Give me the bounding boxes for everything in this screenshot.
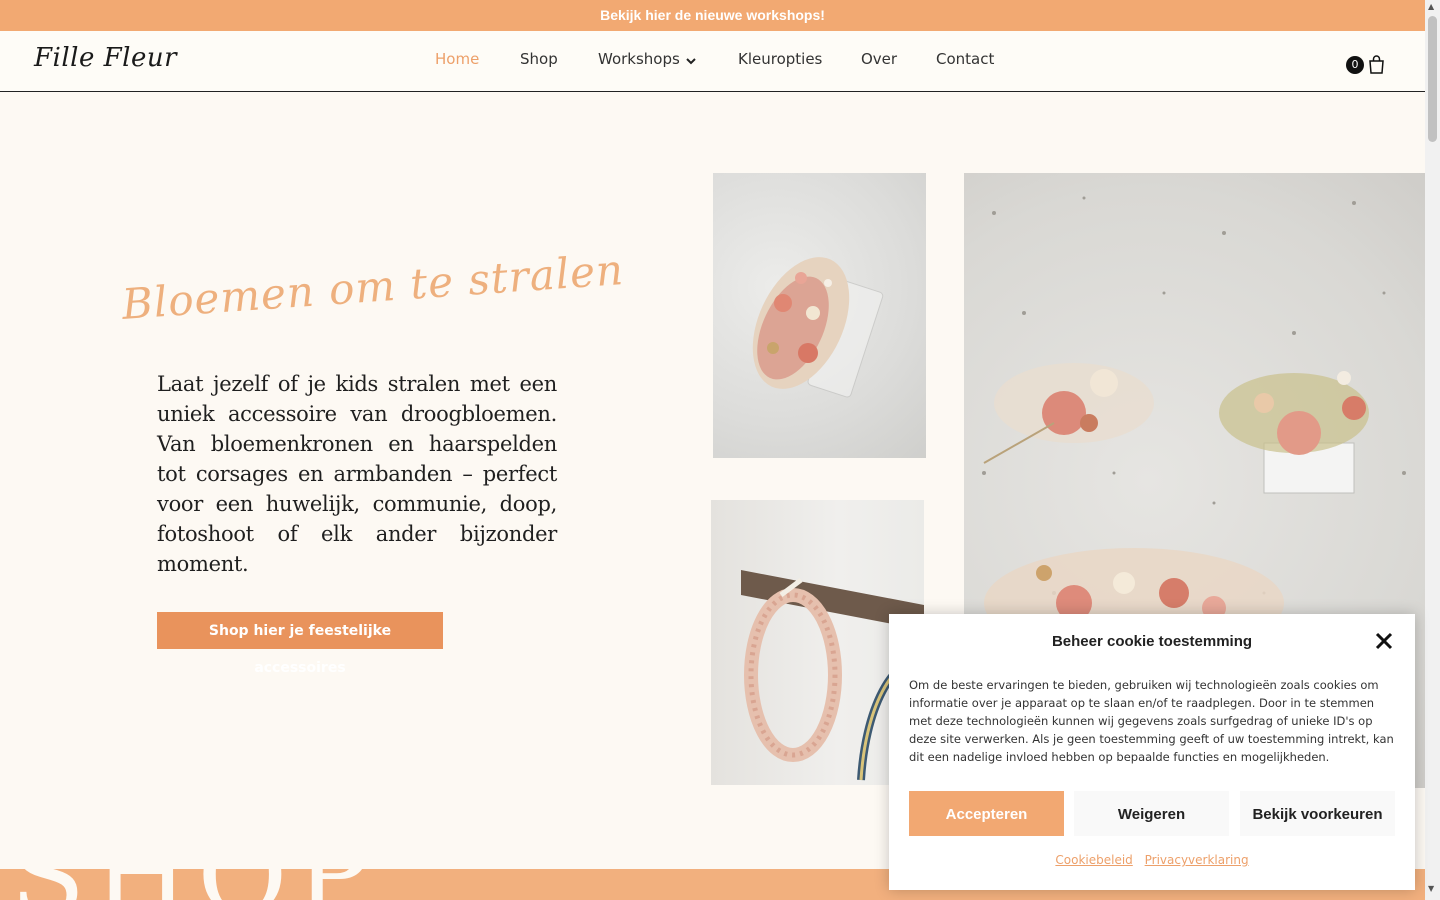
view-preferences-button[interactable]: Bekijk voorkeuren bbox=[1240, 791, 1395, 836]
close-icon[interactable] bbox=[1375, 632, 1393, 650]
nav-over[interactable]: Over bbox=[861, 50, 897, 68]
nav-contact[interactable]: Contact bbox=[936, 50, 994, 68]
cookie-modal-text: Om de beste ervaringen te bieden, gebrui… bbox=[909, 678, 1394, 764]
nav-shop[interactable]: Shop bbox=[520, 50, 558, 68]
nav-kleuropties[interactable]: Kleuropties bbox=[738, 50, 822, 68]
privacy-statement-link[interactable]: Privacyverklaring bbox=[1145, 853, 1249, 867]
nav-workshops[interactable]: Workshops bbox=[598, 50, 696, 69]
accept-cookies-button[interactable]: Accepteren bbox=[909, 791, 1064, 836]
hero-script-title: Bloemen om te stralen bbox=[120, 244, 626, 329]
announcement-text[interactable]: Bekijk hier de nieuwe workshops! bbox=[600, 7, 825, 23]
cart-button[interactable]: 0 bbox=[1346, 55, 1386, 77]
cookie-consent-modal: Beheer cookie toestemming Om de beste er… bbox=[889, 614, 1415, 890]
announcement-bar[interactable]: Bekijk hier de nieuwe workshops! bbox=[0, 0, 1425, 31]
shop-section-heading: SHOP bbox=[10, 869, 377, 900]
nav-workshops-label: Workshops bbox=[598, 50, 680, 68]
cookie-modal-title: Beheer cookie toestemming bbox=[1051, 633, 1253, 650]
shop-accessories-button[interactable]: Shop hier je feestelijke accessoires bbox=[157, 612, 443, 676]
deny-cookies-button[interactable]: Weigeren bbox=[1074, 791, 1229, 836]
site-header: Fille Fleur Home Shop Workshops Kleuropt… bbox=[0, 31, 1425, 92]
cart-count-badge: 0 bbox=[1346, 56, 1364, 74]
scroll-down-arrow-icon[interactable]: ▼ bbox=[1428, 884, 1434, 893]
scroll-up-arrow-icon[interactable]: ▲ bbox=[1428, 2, 1434, 11]
hero-description: Laat jezelf of je kids stralen met een u… bbox=[157, 372, 557, 576]
page-scrollbar[interactable]: ▲ ▼ bbox=[1425, 0, 1440, 900]
cookie-modal-links: Cookiebeleid Privacyverklaring bbox=[889, 853, 1415, 867]
hair-comb-photo bbox=[713, 173, 926, 458]
chevron-down-icon bbox=[686, 51, 696, 69]
shopping-bag-icon bbox=[1368, 55, 1385, 78]
site-logo[interactable]: Fille Fleur bbox=[34, 43, 177, 73]
nav-home[interactable]: Home bbox=[435, 50, 479, 68]
scrollbar-thumb[interactable] bbox=[1428, 16, 1437, 142]
cookie-policy-link[interactable]: Cookiebeleid bbox=[1055, 853, 1132, 867]
